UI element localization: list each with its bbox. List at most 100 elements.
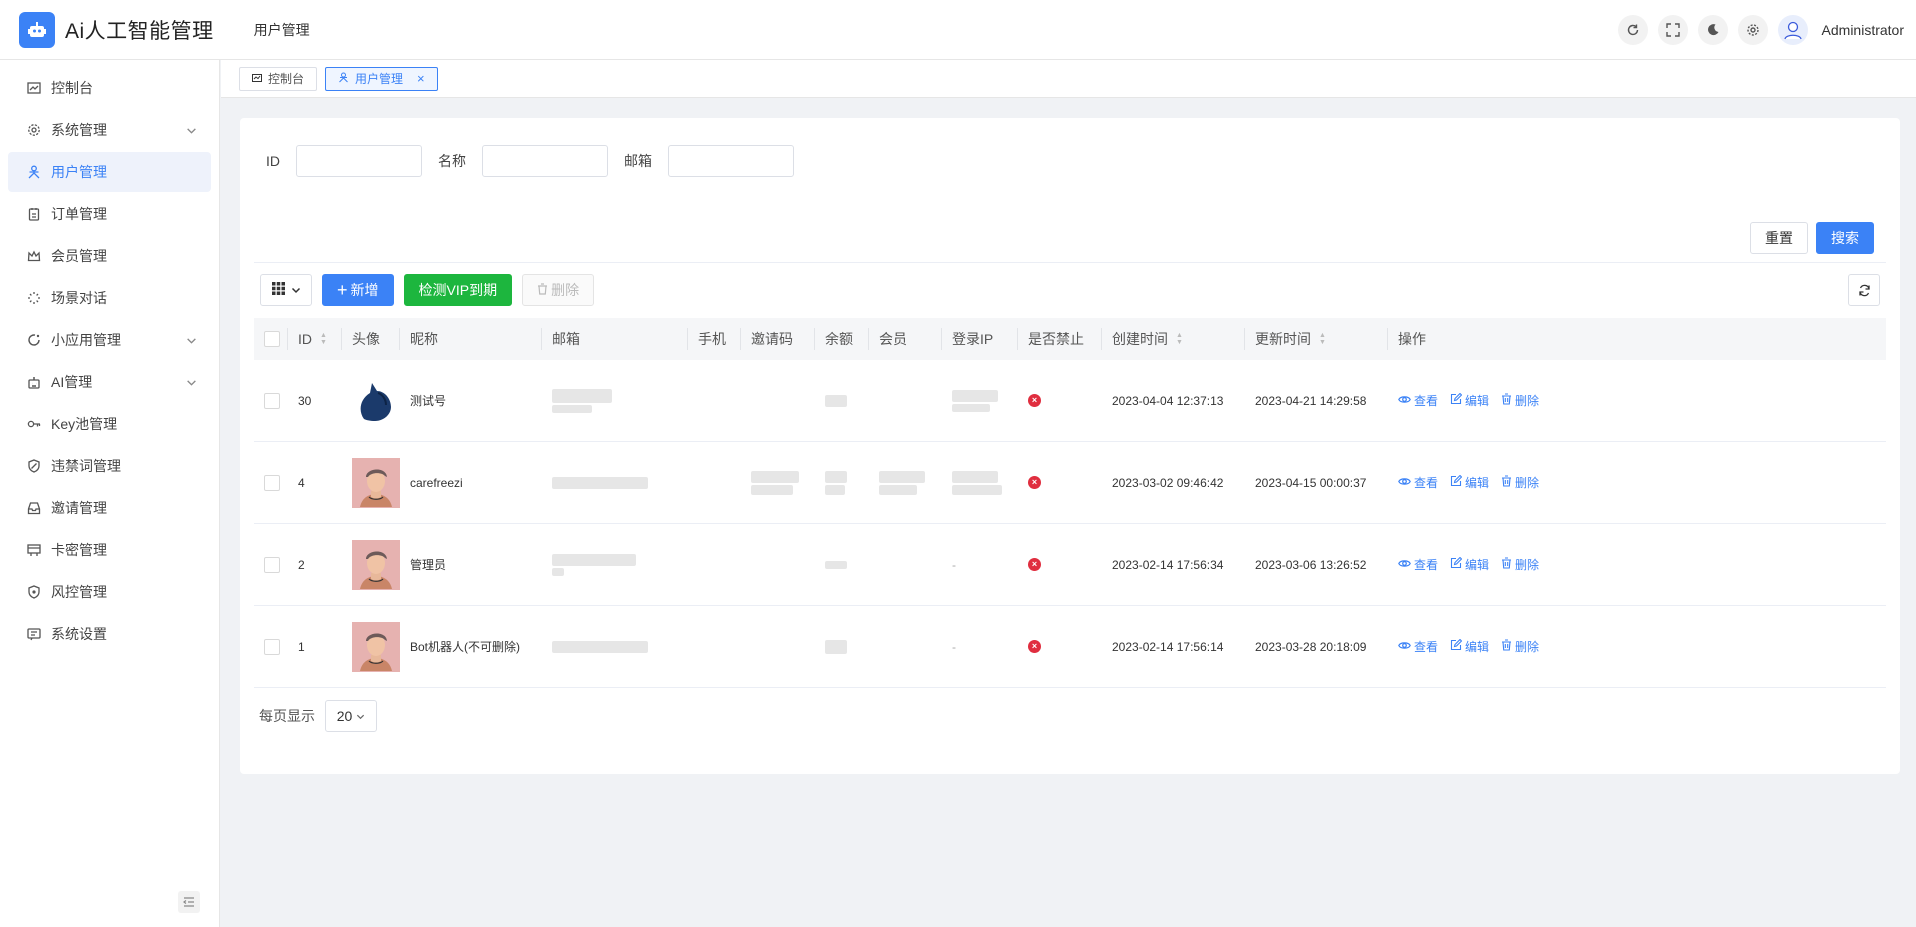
table-cell bbox=[869, 360, 942, 441]
page-size-select[interactable]: 20 bbox=[325, 700, 377, 732]
user-icon bbox=[338, 72, 349, 86]
view-label: 查看 bbox=[1414, 558, 1439, 572]
sidebar-item[interactable]: AI管理 bbox=[8, 362, 211, 402]
sidebar-item-label: 控制台 bbox=[51, 80, 93, 96]
table-cell bbox=[542, 606, 688, 687]
settings-icon[interactable] bbox=[1737, 15, 1768, 45]
delete-button[interactable]: 删除 bbox=[1501, 638, 1539, 655]
tab-user-management[interactable]: 用户管理 × bbox=[325, 66, 438, 91]
sidebar-item-label: 风控管理 bbox=[51, 584, 107, 600]
view-button[interactable]: 查看 bbox=[1398, 392, 1438, 409]
sidebar-item-label: 系统管理 bbox=[51, 122, 107, 138]
delete-button[interactable]: 删除 bbox=[1501, 392, 1539, 409]
fullscreen-icon[interactable] bbox=[1657, 15, 1688, 45]
row-checkbox[interactable] bbox=[264, 392, 280, 409]
table-refresh-icon[interactable] bbox=[1848, 274, 1880, 306]
delete-button[interactable]: 删除 bbox=[1501, 556, 1539, 573]
delete-button[interactable]: 删除 bbox=[1501, 474, 1539, 491]
sidebar-item[interactable]: Key池管理 bbox=[8, 404, 211, 444]
sidebar-item-label: 邀请管理 bbox=[51, 500, 107, 516]
row-checkbox[interactable] bbox=[264, 638, 280, 655]
table-cell: 查看 编辑 删除 bbox=[1388, 524, 1588, 605]
table-cell bbox=[254, 524, 288, 605]
add-user-button[interactable]: + 新增 bbox=[322, 274, 394, 306]
updated-time: 2023-04-21 14:29:58 bbox=[1255, 393, 1367, 408]
sidebar-item[interactable]: 用户管理 bbox=[8, 152, 211, 192]
view-button[interactable]: 查看 bbox=[1398, 474, 1438, 491]
select-all-checkbox[interactable] bbox=[264, 331, 280, 347]
sidebar-item[interactable]: 小应用管理 bbox=[8, 320, 211, 360]
row-checkbox[interactable] bbox=[264, 474, 280, 491]
banned-status-icon: × bbox=[1028, 640, 1041, 653]
column-settings-button[interactable] bbox=[260, 274, 312, 306]
dark-mode-icon[interactable] bbox=[1697, 15, 1728, 45]
eye-icon bbox=[1398, 640, 1411, 654]
inbox-icon bbox=[26, 500, 42, 516]
sidebar-item[interactable]: 违禁词管理 bbox=[8, 446, 211, 486]
edit-button[interactable]: 编辑 bbox=[1450, 474, 1489, 491]
eye-icon bbox=[1398, 558, 1411, 572]
table-cell bbox=[342, 360, 400, 441]
column-header[interactable]: ID ▲ ▼ bbox=[288, 318, 342, 360]
table-cell bbox=[688, 524, 741, 605]
column-header: 操作 bbox=[1388, 318, 1588, 360]
sort-icon[interactable]: ▲ ▼ bbox=[1176, 332, 1183, 346]
sidebar-item[interactable]: 系统设置 bbox=[8, 614, 211, 654]
refresh-icon[interactable] bbox=[1617, 15, 1648, 45]
sidebar-item[interactable]: 订单管理 bbox=[8, 194, 211, 234]
banned-status-icon: × bbox=[1028, 558, 1041, 571]
top-header: Ai人工智能管理 用户管理 Administrator bbox=[0, 0, 1916, 60]
edit-label: 编辑 bbox=[1465, 394, 1490, 408]
sidebar-item-label: AI管理 bbox=[51, 374, 93, 390]
column-header-label: ID bbox=[298, 331, 312, 347]
table-row: 2 管理员 - × 2023-02-14 17:56:34 2023-03-06 13:2… bbox=[254, 524, 1886, 606]
column-header[interactable]: 创建时间 ▲ ▼ bbox=[1102, 318, 1245, 360]
table-cell bbox=[869, 606, 942, 687]
email-filter-input[interactable] bbox=[668, 145, 794, 177]
user-avatar[interactable] bbox=[1777, 15, 1808, 45]
reset-button[interactable]: 重置 bbox=[1750, 222, 1808, 254]
table-body: 30 测试号 × 2023-04-04 12:37:13 2023-04-21 14:2… bbox=[254, 360, 1886, 688]
user-id: 1 bbox=[298, 639, 305, 654]
table-cell: 2023-03-06 13:26:52 bbox=[1245, 524, 1388, 605]
search-button[interactable]: 搜索 bbox=[1816, 222, 1874, 254]
sidebar-item[interactable]: 卡密管理 bbox=[8, 530, 211, 570]
chevron-down-icon bbox=[356, 708, 365, 724]
column-header-label: 手机 bbox=[698, 331, 726, 347]
divider bbox=[254, 262, 1886, 263]
edit-button[interactable]: 编辑 bbox=[1450, 556, 1489, 573]
edit-button[interactable]: 编辑 bbox=[1450, 392, 1489, 409]
column-header: 登录IP bbox=[942, 318, 1018, 360]
sidebar-item[interactable]: 控制台 bbox=[8, 68, 211, 108]
sort-icon[interactable]: ▲ ▼ bbox=[1319, 332, 1326, 346]
sidebar-item[interactable]: 场景对话 bbox=[8, 278, 211, 318]
sidebar-item[interactable]: 风控管理 bbox=[8, 572, 211, 612]
sidebar-item[interactable]: 会员管理 bbox=[8, 236, 211, 276]
view-button[interactable]: 查看 bbox=[1398, 638, 1438, 655]
sort-icon[interactable]: ▲ ▼ bbox=[320, 332, 327, 346]
bulk-delete-button[interactable]: 删除 bbox=[522, 274, 595, 306]
column-header-label: 会员 bbox=[879, 331, 907, 347]
name-filter-input[interactable] bbox=[482, 145, 608, 177]
row-checkbox[interactable] bbox=[264, 556, 280, 573]
column-header: 手机 bbox=[688, 318, 741, 360]
collapse-sidebar-icon[interactable] bbox=[178, 891, 200, 913]
sidebar-item[interactable]: 邀请管理 bbox=[8, 488, 211, 528]
sidebar-menu: 控制台系统管理用户管理 订单管理 会员管理 场景对话 小应用管理 AI管理 Key池管理 违禁… bbox=[0, 60, 219, 654]
id-filter-input[interactable] bbox=[296, 145, 422, 177]
column-header: 会员 bbox=[869, 318, 942, 360]
column-header[interactable]: 更新时间 ▲ ▼ bbox=[1245, 318, 1388, 360]
user-nickname: Bot机器人(不可删除) bbox=[410, 640, 521, 654]
user-name[interactable]: Administrator bbox=[1822, 22, 1904, 38]
table-cell bbox=[254, 442, 288, 523]
sidebar-item[interactable]: 系统管理 bbox=[8, 110, 211, 150]
close-tab-icon[interactable]: × bbox=[417, 71, 425, 86]
chevron-down-icon bbox=[186, 123, 197, 139]
column-header-label: 邀请码 bbox=[751, 331, 793, 347]
edit-button[interactable]: 编辑 bbox=[1450, 638, 1489, 655]
view-button[interactable]: 查看 bbox=[1398, 556, 1438, 573]
tab-dashboard[interactable]: 控制台 bbox=[239, 66, 318, 91]
check-vip-button[interactable]: 检测VIP到期 bbox=[403, 274, 513, 306]
table-row: 1 Bot机器人(不可删除) - × 2023-02-14 17:56:14 2023-0… bbox=[254, 606, 1886, 688]
id-filter-label: ID bbox=[266, 153, 280, 169]
